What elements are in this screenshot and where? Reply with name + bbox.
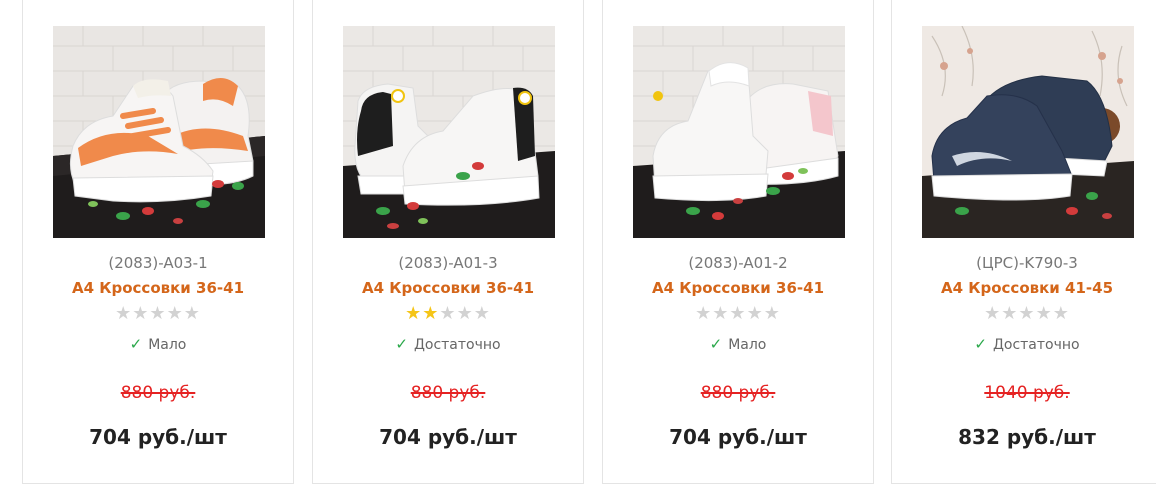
star-icon[interactable]: ★: [115, 303, 132, 324]
product-grid: (2083)-A03-1 А4 Кроссовки 36-41 ★★★★★ ✓ М…: [0, 0, 1156, 494]
product-sku: (2083)-A01-3: [398, 254, 498, 272]
star-icon[interactable]: ★: [132, 303, 149, 324]
product-title-link[interactable]: А4 Кроссовки 41-45: [892, 279, 1156, 297]
star-icon[interactable]: ★: [167, 303, 184, 324]
star-icon[interactable]: ★: [984, 303, 1001, 324]
stock-status: ✓ Мало: [603, 335, 873, 353]
star-icon[interactable]: ★: [1053, 303, 1070, 324]
check-icon: ✓: [709, 335, 723, 353]
star-icon[interactable]: ★: [695, 303, 712, 324]
rating-stars[interactable]: ★★★★★: [892, 304, 1156, 324]
stock-status: ✓ Достаточно: [892, 335, 1156, 353]
stock-status-label: Мало: [728, 337, 767, 353]
star-icon[interactable]: ★: [747, 303, 764, 324]
star-icon[interactable]: ★: [712, 303, 729, 324]
stock-status: ✓ Мало: [23, 335, 293, 353]
product-title-link[interactable]: А4 Кроссовки 36-41: [603, 279, 873, 297]
stock-status-label: Достаточно: [992, 337, 1080, 353]
current-price: 832 руб./шт: [958, 425, 1096, 449]
current-price: 704 руб./шт: [89, 425, 227, 449]
stock-status-label: Мало: [148, 337, 187, 353]
product-sku: (ЦРС)-K790-3: [976, 254, 1078, 272]
rating-stars[interactable]: ★★★★★: [313, 304, 583, 324]
star-icon[interactable]: ★: [405, 303, 422, 324]
rating-stars[interactable]: ★★★★★: [23, 304, 293, 324]
star-icon[interactable]: ★: [474, 303, 491, 324]
star-icon[interactable]: ★: [457, 303, 474, 324]
star-icon[interactable]: ★: [1018, 303, 1035, 324]
check-icon: ✓: [395, 335, 408, 353]
rating-stars[interactable]: ★★★★★: [603, 304, 873, 324]
stock-status-label: Достаточно: [413, 337, 501, 353]
product-card[interactable]: (2083)-A01-2 А4 Кроссовки 36-41 ★★★★★ ✓ М…: [602, 0, 874, 484]
star-icon[interactable]: ★: [764, 303, 781, 324]
old-price: 880 руб.: [410, 383, 486, 403]
product-title-link[interactable]: А4 Кроссовки 36-41: [313, 279, 583, 297]
current-price: 704 руб./шт: [379, 425, 517, 449]
star-icon[interactable]: ★: [729, 303, 746, 324]
star-icon[interactable]: ★: [1001, 303, 1018, 324]
product-card[interactable]: (2083)-A01-3 А4 Кроссовки 36-41 ★★★★★ ✓ Д…: [312, 0, 584, 484]
stock-status: ✓ Достаточно: [313, 335, 583, 353]
product-photo-white-black-sneakers[interactable]: [343, 26, 555, 238]
old-price: 880 руб.: [120, 383, 196, 403]
star-icon[interactable]: ★: [1036, 303, 1053, 324]
star-icon[interactable]: ★: [439, 303, 456, 324]
star-icon[interactable]: ★: [149, 303, 166, 324]
product-sku: (2083)-A03-1: [108, 254, 208, 272]
product-sku: (2083)-A01-2: [688, 254, 788, 272]
star-icon[interactable]: ★: [184, 303, 201, 324]
product-photo-white-orange-sneakers[interactable]: [53, 26, 265, 238]
product-title-link[interactable]: А4 Кроссовки 36-41: [23, 279, 293, 297]
old-price: 880 руб.: [700, 383, 776, 403]
check-icon: ✓: [974, 335, 987, 353]
current-price: 704 руб./шт: [669, 425, 807, 449]
product-photo-white-pink-sneakers[interactable]: [633, 26, 845, 238]
product-card[interactable]: (2083)-A03-1 А4 Кроссовки 36-41 ★★★★★ ✓ М…: [22, 0, 294, 484]
check-icon: ✓: [129, 335, 143, 353]
product-card[interactable]: (ЦРС)-K790-3 А4 Кроссовки 41-45 ★★★★★ ✓ Д…: [891, 0, 1156, 484]
product-photo-navy-sneakers[interactable]: [922, 26, 1134, 238]
star-icon[interactable]: ★: [422, 303, 439, 324]
old-price: 1040 руб.: [984, 383, 1070, 403]
